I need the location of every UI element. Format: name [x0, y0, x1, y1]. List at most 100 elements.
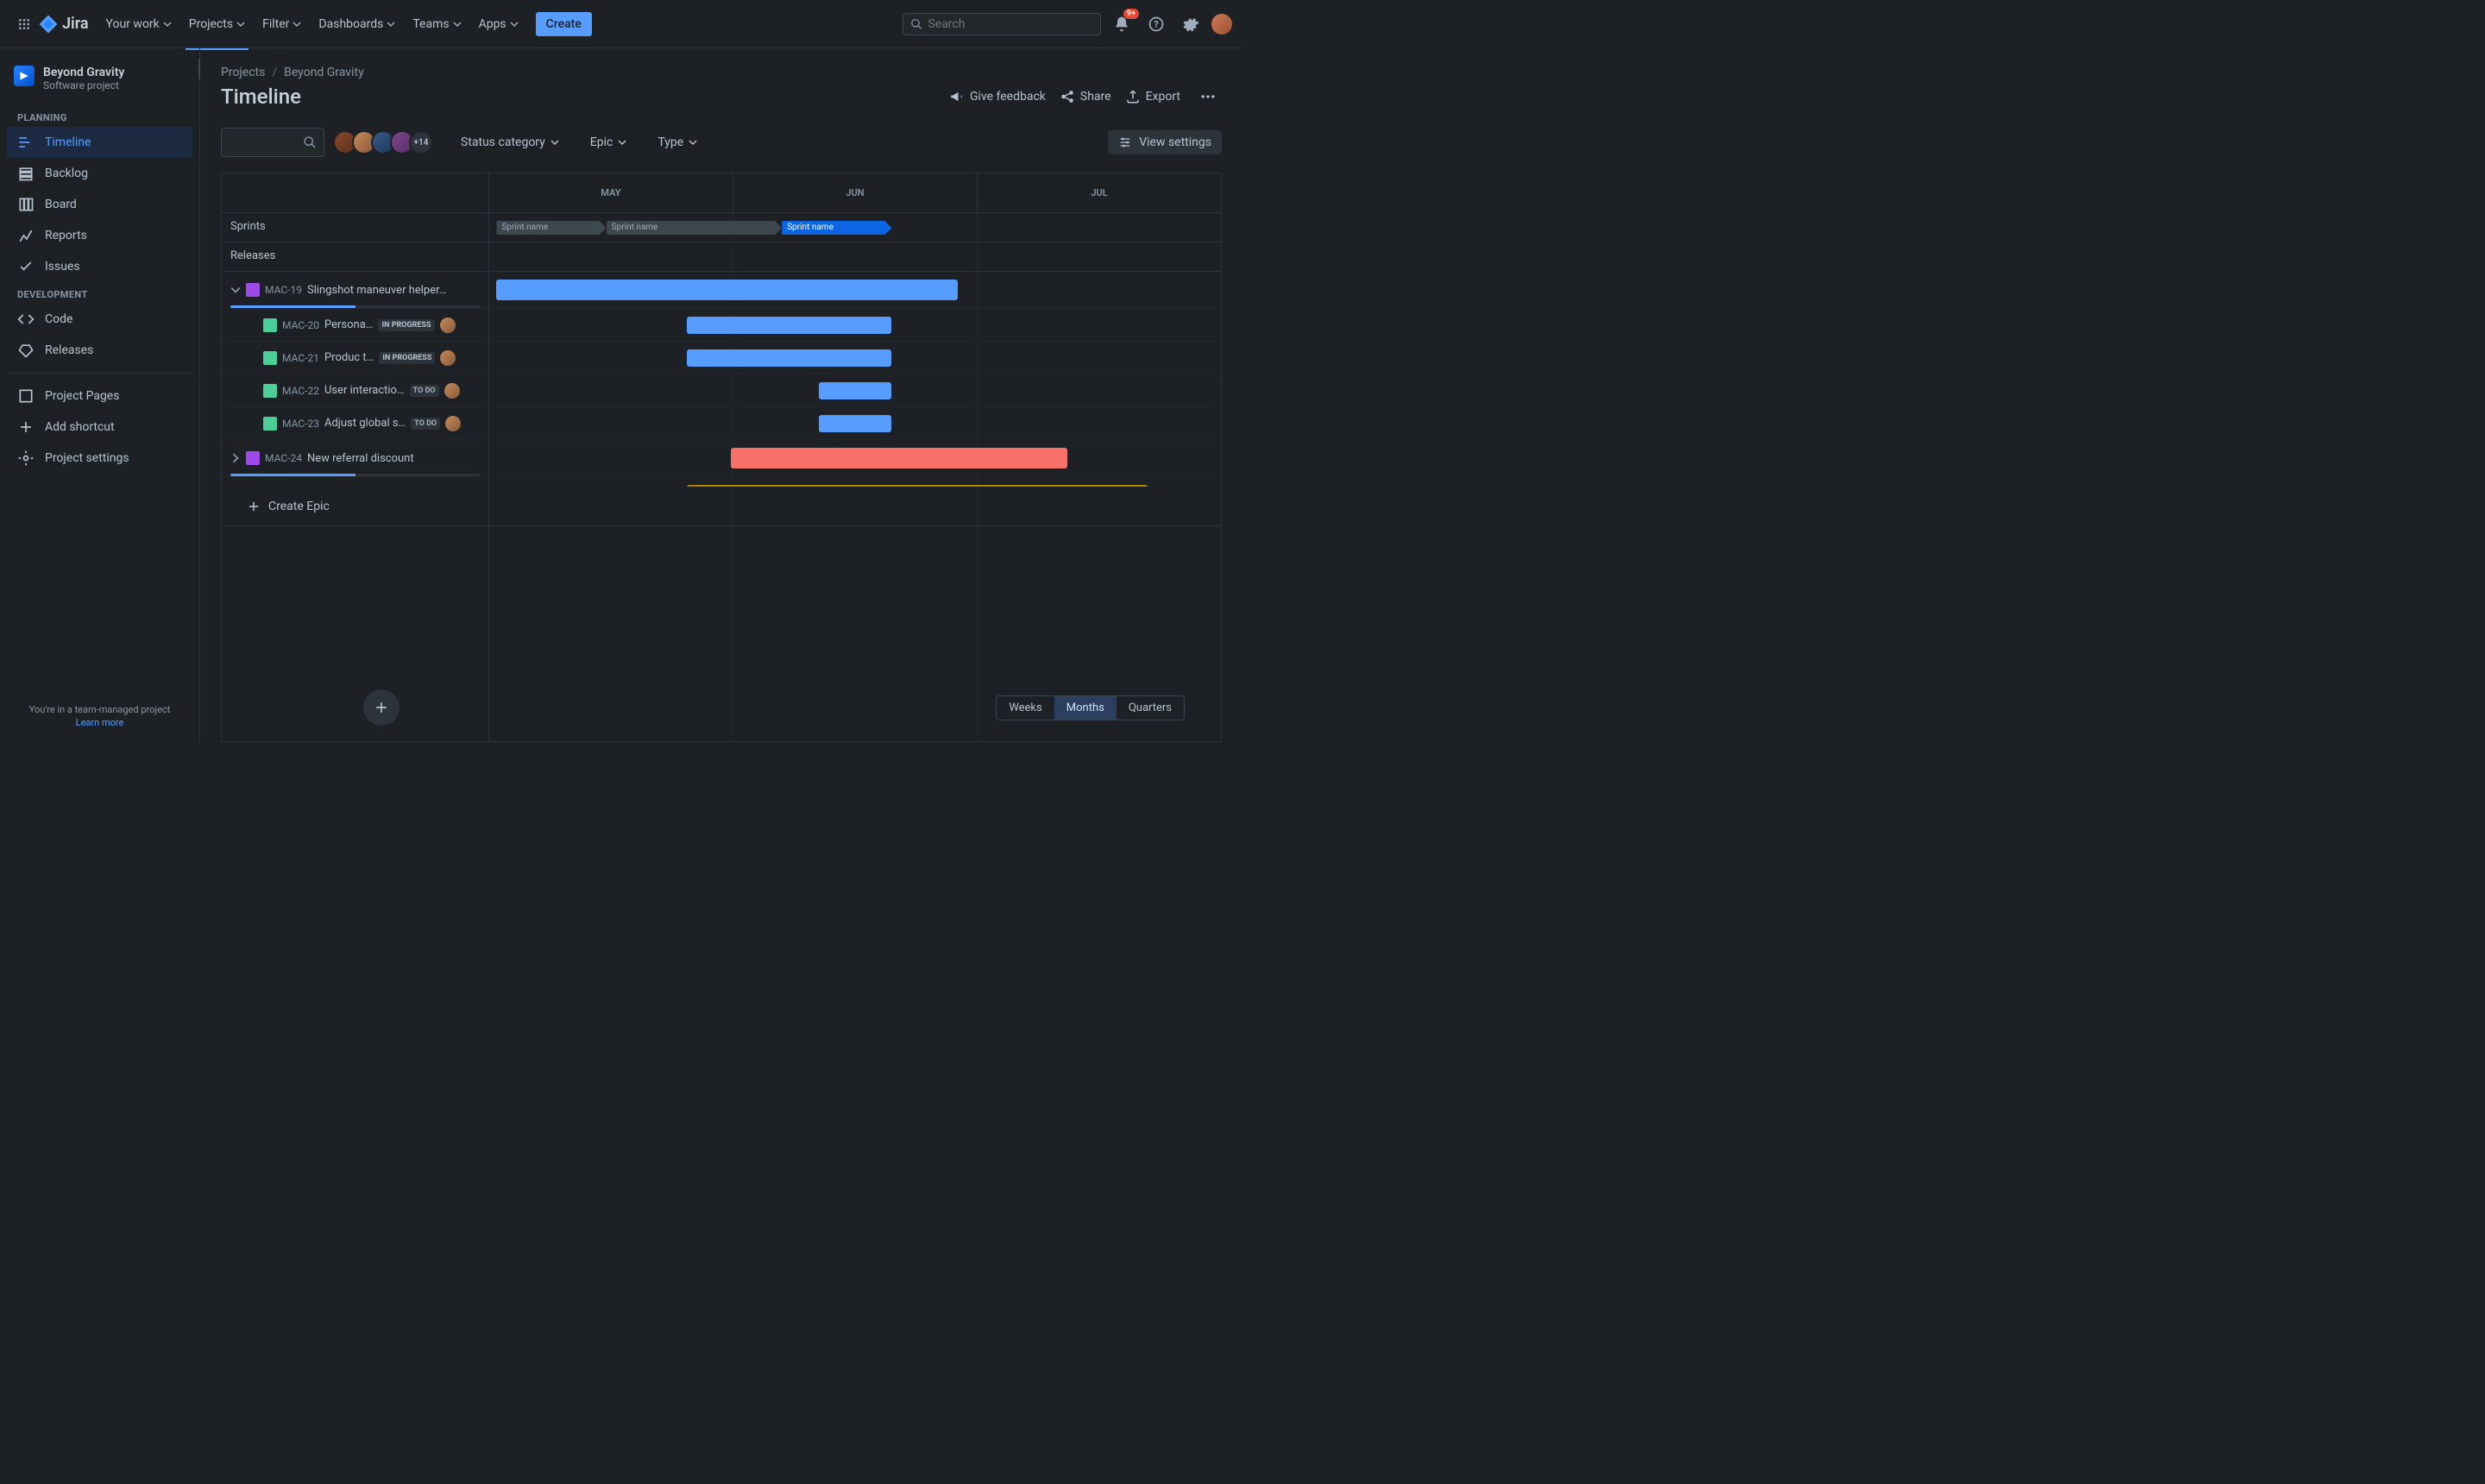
nav-teams[interactable]: Teams: [406, 10, 468, 38]
chevron-down-icon[interactable]: [230, 285, 241, 295]
epic-row[interactable]: MAC-24 New referral discount: [222, 440, 1221, 477]
sprint-bar[interactable]: Sprint name: [607, 221, 783, 235]
story-row[interactable]: MAC-23 Adjust global s… TO DO: [222, 407, 1221, 440]
sprint-bar-active[interactable]: Sprint name: [782, 221, 891, 235]
filter-search[interactable]: [221, 128, 324, 157]
timeline-bar[interactable]: [496, 280, 957, 300]
status-category-filter[interactable]: Status category: [457, 130, 563, 154]
sidebar-item-timeline[interactable]: Timeline: [7, 127, 192, 158]
nav-dashboards[interactable]: Dashboards: [311, 10, 402, 38]
assignee-filter[interactable]: +14: [338, 130, 433, 154]
main-content: Projects / Beyond Gravity Timeline Give …: [200, 48, 1242, 742]
logo-text: Jira: [62, 15, 89, 33]
timeline-bar[interactable]: [819, 382, 892, 399]
search-icon: [910, 17, 922, 31]
timeline-bar[interactable]: [687, 349, 891, 367]
gear-icon: [1182, 16, 1199, 33]
timeline-bar[interactable]: [731, 448, 1067, 468]
status-badge: TO DO: [411, 418, 440, 430]
sprint-bar[interactable]: Sprint name: [496, 221, 606, 235]
nav-filter[interactable]: Filter: [255, 10, 308, 38]
story-type-icon: [263, 351, 277, 365]
learn-more-link[interactable]: Learn more: [14, 717, 186, 728]
sidebar-item-board[interactable]: Board: [7, 189, 192, 220]
chevron-down-icon: [510, 20, 519, 28]
create-button[interactable]: Create: [536, 12, 592, 36]
search-box[interactable]: [903, 13, 1101, 35]
crumb-project[interactable]: Beyond Gravity: [284, 66, 364, 79]
nav-your-work[interactable]: Your work: [99, 10, 179, 38]
svg-text:?: ?: [1154, 19, 1158, 30]
project-header[interactable]: Beyond Gravity Software project: [7, 62, 192, 105]
story-row[interactable]: MAC-22 User interactio… TO DO: [222, 374, 1221, 407]
megaphone-icon: [949, 89, 965, 104]
sidebar-item-backlog[interactable]: Backlog: [7, 158, 192, 189]
settings-button[interactable]: [1177, 10, 1205, 38]
chevron-down-icon: [236, 20, 245, 28]
story-row[interactable]: MAC-21 Produc t… IN PROGRESS: [222, 342, 1221, 374]
notif-badge: 9+: [1123, 9, 1139, 19]
sidebar-footer-text: You're in a team-managed project: [14, 704, 186, 715]
chevron-down-icon: [618, 138, 626, 147]
view-settings-button[interactable]: View settings: [1108, 130, 1222, 154]
avatar-more[interactable]: +14: [409, 130, 433, 154]
epic-type-icon: [246, 283, 260, 297]
epic-row[interactable]: MAC-40 Add user information: [222, 477, 1221, 487]
share-button[interactable]: Share: [1060, 89, 1111, 104]
section-label: DEVELOPMENT: [7, 282, 192, 304]
project-name: Beyond Gravity: [43, 66, 124, 79]
assignee-avatar[interactable]: [440, 318, 456, 333]
crumb-projects[interactable]: Projects: [221, 66, 265, 79]
sidebar-item-project-settings[interactable]: Project settings: [7, 443, 192, 474]
search-input[interactable]: [928, 17, 1093, 31]
sidebar-item-code[interactable]: Code: [7, 304, 192, 335]
export-icon: [1125, 89, 1141, 104]
nav-apps[interactable]: Apps: [472, 10, 525, 38]
issue-key: MAC-20: [282, 319, 319, 331]
issue-key: MAC-24: [265, 452, 302, 464]
chevron-down-icon: [453, 20, 462, 28]
issue-title: Adjust global s…: [324, 417, 406, 430]
nav-projects[interactable]: Projects: [182, 10, 252, 38]
section-label: PLANNING: [7, 105, 192, 127]
reports-icon: [17, 227, 35, 244]
jira-logo[interactable]: Jira: [38, 14, 89, 35]
story-row[interactable]: MAC-20 Persona… IN PROGRESS: [222, 309, 1221, 342]
epic-row[interactable]: MAC-19 Slingshot maneuver helper…: [222, 272, 1221, 309]
type-filter[interactable]: Type: [654, 130, 701, 154]
issue-title: Persona…: [324, 318, 374, 331]
timeline-bar[interactable]: [819, 415, 892, 432]
board-icon: [17, 196, 35, 213]
help-button[interactable]: ?: [1142, 10, 1170, 38]
notifications-button[interactable]: 9+: [1108, 10, 1136, 38]
add-fab[interactable]: [363, 689, 399, 726]
timeline-bar[interactable]: [687, 317, 891, 334]
assignee-avatar[interactable]: [444, 383, 460, 399]
sidebar-item-releases[interactable]: Releases: [7, 335, 192, 366]
create-epic-button[interactable]: Create Epic: [222, 487, 489, 525]
chevron-down-icon: [163, 20, 172, 28]
sprint-bars: Sprint name Sprint name Sprint name: [489, 213, 1221, 242]
export-button[interactable]: Export: [1125, 89, 1180, 104]
sidebar-item-project-pages[interactable]: Project Pages: [7, 380, 192, 412]
breadcrumb: Projects / Beyond Gravity: [221, 66, 1222, 79]
zoom-quarters[interactable]: Quarters: [1117, 696, 1184, 720]
assignee-avatar[interactable]: [440, 350, 456, 366]
sidebar-item-issues[interactable]: Issues: [7, 251, 192, 282]
app-switcher[interactable]: [10, 10, 38, 38]
issue-key: MAC-23: [282, 418, 319, 430]
zoom-months[interactable]: Months: [1054, 696, 1117, 720]
status-badge: IN PROGRESS: [379, 352, 435, 364]
epic-filter[interactable]: Epic: [587, 130, 631, 154]
zoom-weeks[interactable]: Weeks: [997, 696, 1054, 720]
issue-title: User interactio…: [324, 384, 405, 397]
sidebar-item-add-shortcut[interactable]: Add shortcut: [7, 412, 192, 443]
code-icon: [17, 311, 35, 328]
user-avatar[interactable]: [1211, 14, 1232, 35]
chevron-right-icon[interactable]: [230, 453, 241, 463]
more-actions-button[interactable]: [1194, 83, 1222, 110]
assignee-avatar[interactable]: [445, 416, 461, 431]
give-feedback-button[interactable]: Give feedback: [949, 89, 1046, 104]
sidebar-item-reports[interactable]: Reports: [7, 220, 192, 251]
zoom-segmented: WeeksMonthsQuarters: [996, 695, 1185, 720]
